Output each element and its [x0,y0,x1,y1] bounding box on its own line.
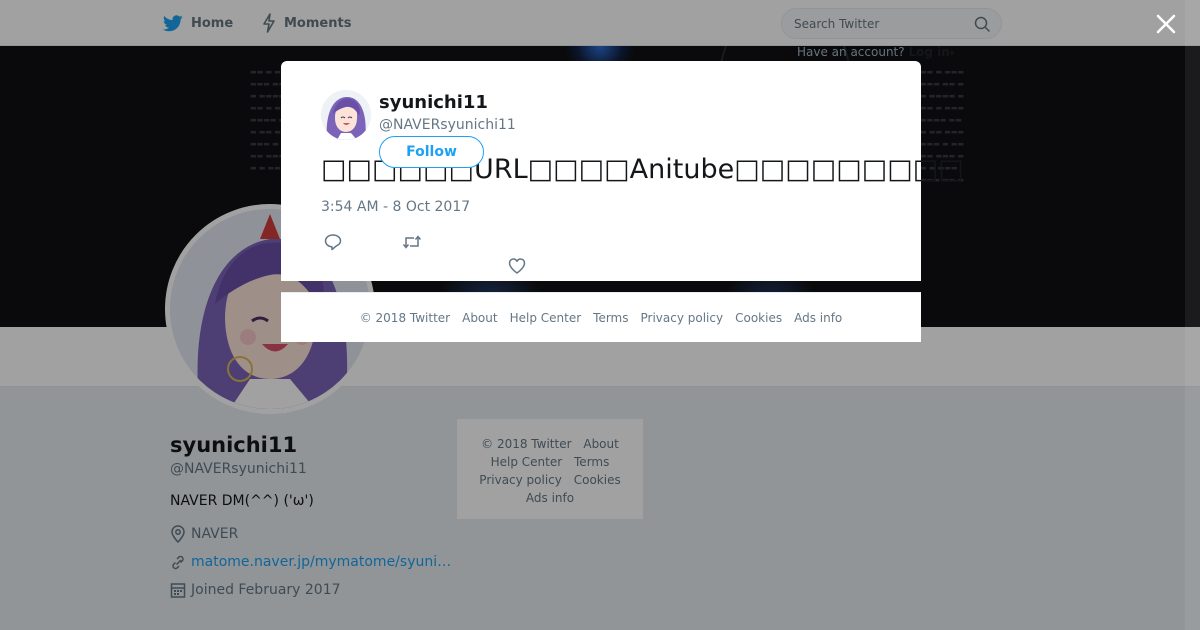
tweet-author-name[interactable]: syunichi11 [379,92,488,113]
tweet-author-avatar[interactable] [321,90,371,140]
account-prompt-text: Have an account? [797,45,905,59]
retweet-icon[interactable] [402,233,422,251]
modal-footer-copyright: © 2018 Twitter [359,310,451,325]
modal-footer-ads-info[interactable]: Ads info [794,311,842,325]
tweet-timestamp[interactable]: 3:54 AM - 8 Oct 2017 [321,199,470,215]
modal-footer: © 2018 Twitter About Help Center Terms P… [281,292,921,342]
like-icon[interactable] [508,257,526,275]
modal-footer-privacy[interactable]: Privacy policy [641,311,724,325]
anime-avatar-image [321,90,371,140]
scrollbar[interactable] [1185,0,1200,630]
modal-footer-help-center[interactable]: Help Center [510,311,582,325]
tweet-modal: syunichi11 @NAVERsyunichi11 □□□□□□URL□□□… [281,61,964,281]
login-link[interactable]: Log in [908,45,949,59]
modal-footer-cookies[interactable]: Cookies [735,311,782,325]
modal-footer-terms[interactable]: Terms [593,311,628,325]
follow-button[interactable]: Follow [379,136,484,168]
tweet-author-handle[interactable]: @NAVERsyunichi11 [379,117,516,133]
modal-footer-about[interactable]: About [462,311,497,325]
reply-icon[interactable] [324,233,342,251]
close-icon[interactable] [1154,12,1178,36]
caret-down-icon[interactable]: ▾ [950,49,955,59]
account-prompt: Have an account? Log in▾ [797,45,954,59]
